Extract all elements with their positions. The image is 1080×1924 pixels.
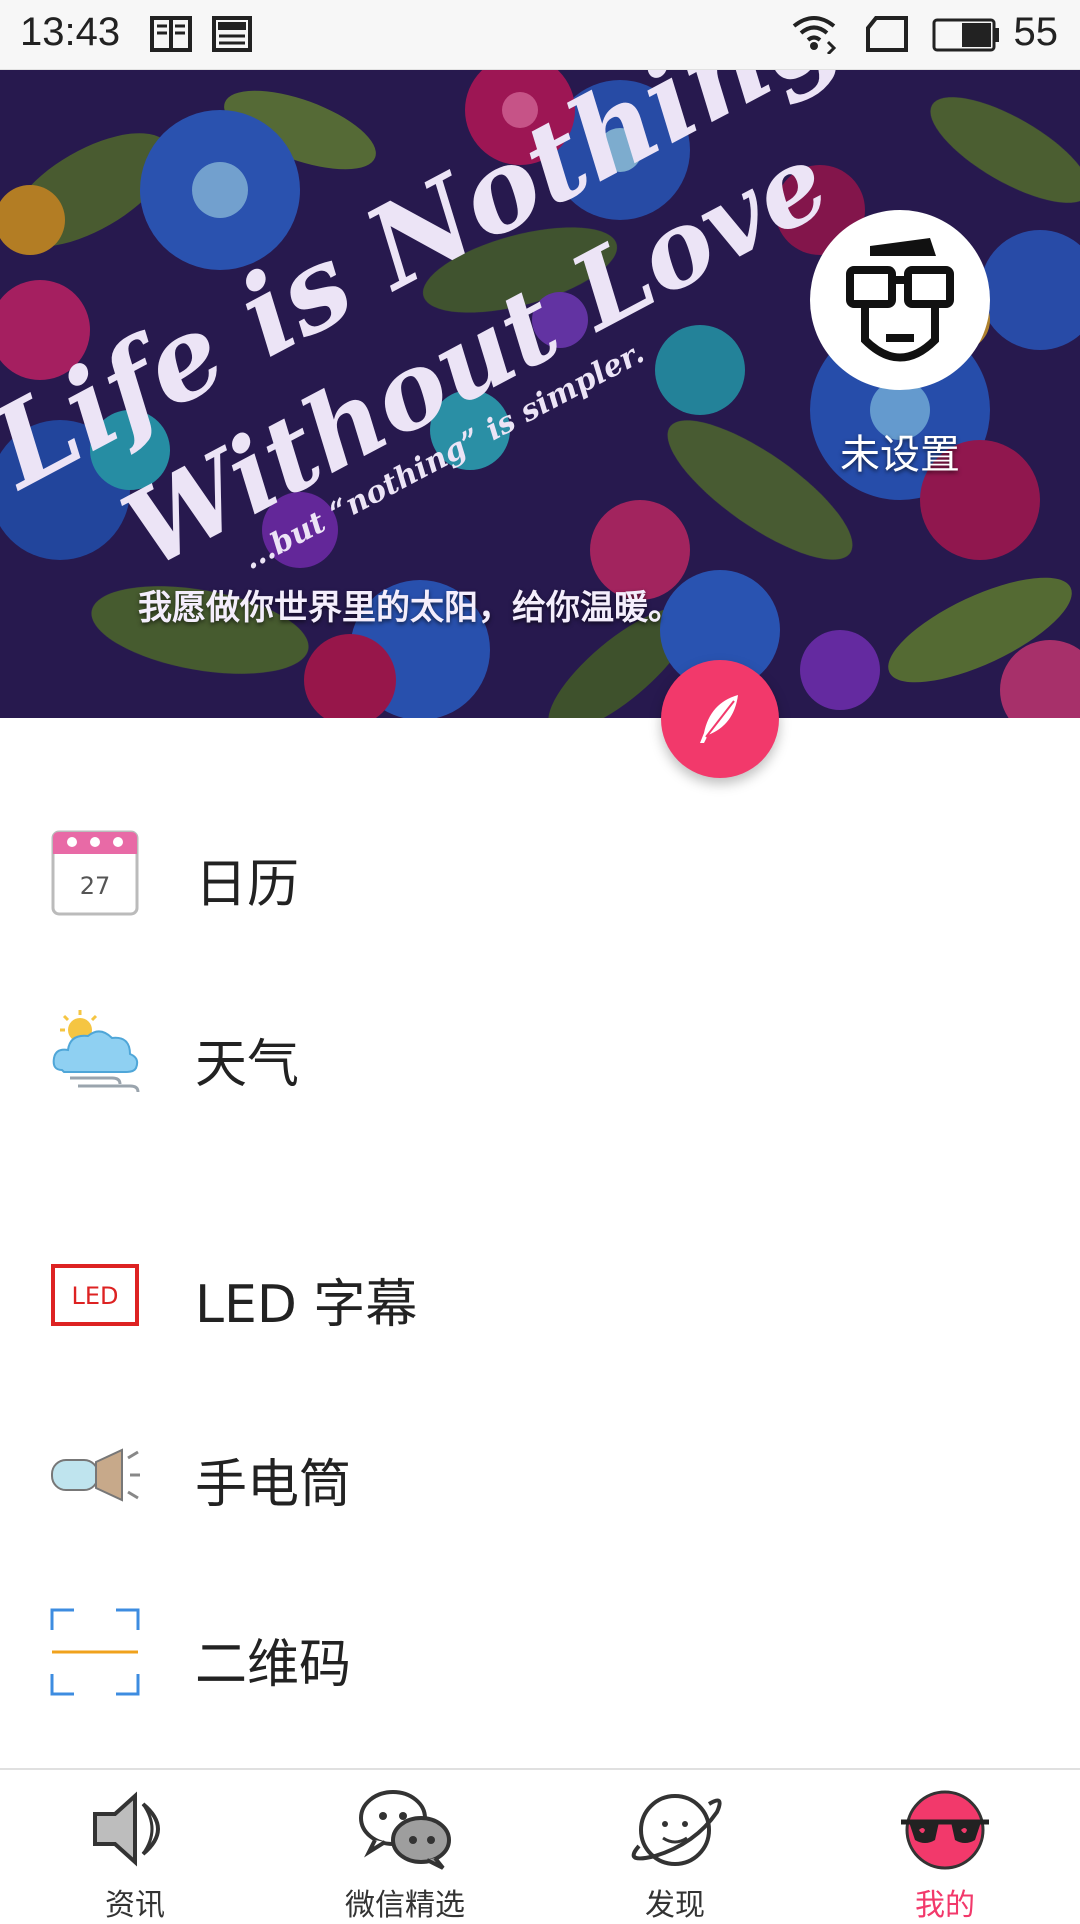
battery-level: 55	[1013, 10, 1059, 54]
sim-icon	[866, 16, 908, 56]
speaker-icon	[85, 1784, 185, 1874]
tab-label-news: 资讯	[105, 1888, 165, 1923]
qr-scan-icon	[50, 1608, 140, 1698]
glasses-face-icon	[846, 238, 954, 362]
planet-icon	[625, 1784, 725, 1874]
profile-header: Life is Nothing Without Love ...but “not…	[0, 70, 1080, 718]
menu-item-qrcode[interactable]: 二维码	[0, 1590, 1080, 1710]
write-signature-button[interactable]	[661, 660, 779, 778]
tab-label-discover: 发现	[645, 1888, 705, 1923]
led-icon: LED	[50, 1248, 140, 1338]
menu-item-flashlight[interactable]: 手电筒	[0, 1410, 1080, 1530]
menu-label-calendar: 日历	[195, 855, 300, 915]
menu-label-flashlight: 手电筒	[195, 1455, 352, 1515]
news-icon	[212, 14, 252, 58]
weather-icon	[50, 1008, 140, 1098]
username-label[interactable]: 未设置	[800, 422, 1000, 480]
sunglasses-icon	[895, 1784, 995, 1874]
battery-icon	[932, 18, 1000, 56]
feather-icon	[700, 695, 738, 743]
avatar[interactable]	[810, 210, 990, 390]
profile-signature: 我愿做你世界里的太阳，给你温暖。	[138, 588, 682, 628]
tab-label-mine: 我的	[915, 1888, 975, 1923]
tab-mine[interactable]: 我的	[810, 1770, 1080, 1923]
menu-label-led: LED 字幕	[195, 1275, 418, 1335]
menu-item-calendar[interactable]: 27 日历	[0, 810, 1080, 930]
wechat-icon	[355, 1784, 455, 1874]
calendar-icon: 27	[50, 828, 140, 918]
menu-item-led[interactable]: LED LED 字幕	[0, 1230, 1080, 1350]
menu-label-qrcode: 二维码	[195, 1635, 352, 1695]
wifi-icon	[790, 12, 838, 58]
svg-text:LED: LED	[71, 1282, 118, 1310]
menu-label-weather: 天气	[195, 1035, 300, 1095]
tab-news[interactable]: 资讯	[0, 1770, 270, 1923]
status-time: 13:43	[20, 10, 121, 54]
bottom-navigation: 资讯 微信精选 发现 我的	[0, 1768, 1080, 1923]
status-bar: 13:43 55	[0, 0, 1080, 70]
reader-icon	[150, 14, 192, 58]
svg-text:27: 27	[80, 872, 111, 900]
tab-discover[interactable]: 发现	[540, 1770, 810, 1923]
flashlight-icon	[50, 1428, 140, 1518]
tab-wechat[interactable]: 微信精选	[270, 1770, 540, 1923]
tab-label-wechat: 微信精选	[345, 1888, 465, 1923]
menu-item-weather[interactable]: 天气	[0, 990, 1080, 1110]
